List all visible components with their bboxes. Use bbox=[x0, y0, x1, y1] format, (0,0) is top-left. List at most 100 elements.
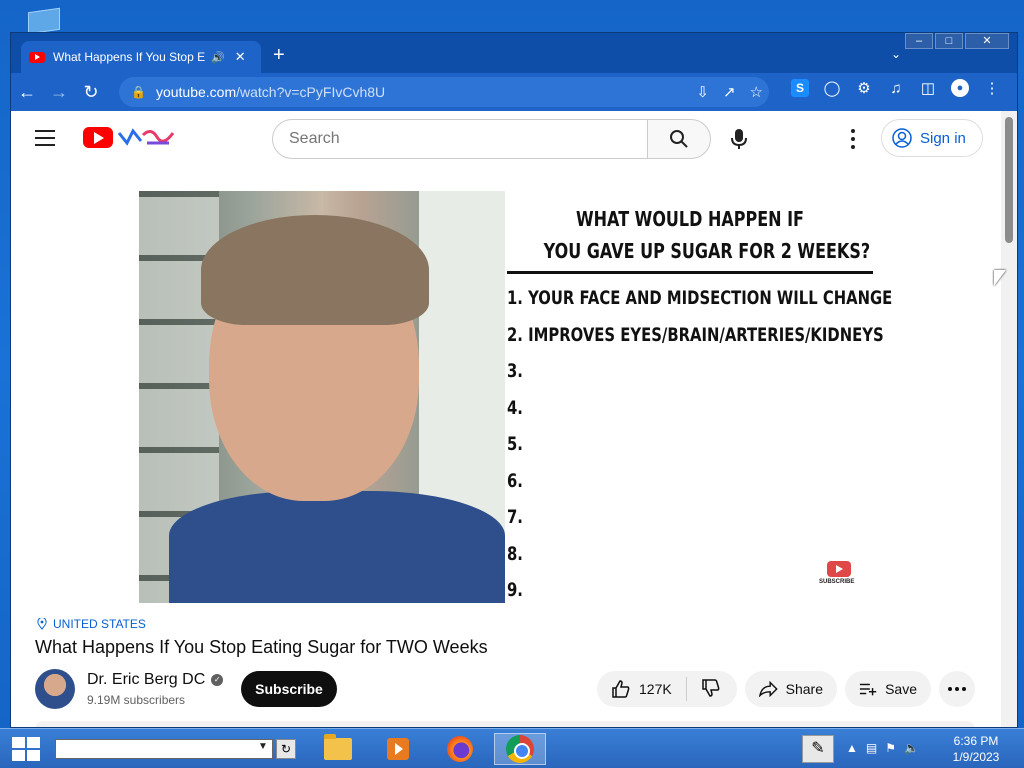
video-list-item: 6. bbox=[507, 469, 523, 492]
add-to-playlist-icon bbox=[859, 683, 877, 696]
profile-avatar-icon[interactable]: ● bbox=[951, 79, 969, 97]
verified-check-icon: ✓ bbox=[211, 674, 224, 686]
file-explorer-icon[interactable] bbox=[312, 733, 364, 765]
video-list-item: 7. bbox=[507, 506, 523, 528]
menu-hamburger-icon[interactable] bbox=[35, 130, 55, 146]
tray-expand-icon[interactable]: ▲ bbox=[846, 741, 858, 755]
new-tab-button[interactable]: + bbox=[273, 45, 285, 65]
video-title: What Happens If You Stop Eating Sugar fo… bbox=[35, 637, 488, 657]
side-panel-icon[interactable]: ◫ bbox=[919, 79, 937, 97]
youtube-doodle-logo[interactable] bbox=[117, 127, 177, 147]
media-player-icon[interactable] bbox=[372, 733, 424, 765]
search-input[interactable] bbox=[272, 119, 648, 159]
video-player[interactable]: WHAT WOULD HAPPEN IF YOU GAVE UP SUGAR F… bbox=[139, 191, 893, 603]
video-list-item: 3. bbox=[507, 360, 523, 382]
maximize-button[interactable]: □ bbox=[935, 33, 963, 49]
video-list-item: 4. bbox=[507, 396, 523, 419]
tab-strip: What Happens If You Stop E 🔊 ✕ + ⌄ – □ ✕ bbox=[11, 33, 1017, 73]
scrollbar-thumb[interactable] bbox=[1005, 117, 1013, 243]
browser-tab-active[interactable]: What Happens If You Stop E 🔊 ✕ bbox=[21, 41, 261, 73]
extensions-area: S ◯ ⚙ ♫ ◫ ● ⋮ bbox=[791, 79, 1001, 97]
video-text-panel: WHAT WOULD HAPPEN IF YOU GAVE UP SUGAR F… bbox=[505, 191, 893, 603]
firefox-icon[interactable] bbox=[434, 733, 486, 765]
chrome-icon[interactable] bbox=[494, 733, 546, 765]
page-scrollbar[interactable] bbox=[1001, 111, 1017, 727]
video-heading-line1: WHAT WOULD HAPPEN IF bbox=[576, 207, 804, 231]
like-count: 127K bbox=[639, 681, 672, 697]
search-button[interactable] bbox=[647, 119, 711, 159]
extension-s-icon[interactable]: S bbox=[791, 79, 809, 97]
network-icon[interactable]: ▤ bbox=[866, 741, 877, 755]
subscriber-count: 9.19M subscribers bbox=[87, 693, 186, 707]
volume-icon[interactable]: 🔈 bbox=[904, 741, 919, 755]
system-tray: ▲ ▤ ⚑ 🔈 bbox=[846, 741, 919, 755]
back-button[interactable]: ← bbox=[11, 76, 43, 108]
thumbs-down-icon bbox=[701, 678, 720, 697]
desktop-folder-icon[interactable] bbox=[28, 7, 60, 35]
save-label: Save bbox=[885, 681, 917, 697]
youtube-header: Sign in bbox=[11, 111, 1003, 167]
like-button[interactable]: 127K bbox=[611, 679, 672, 699]
flag-icon[interactable]: ⚑ bbox=[885, 741, 896, 755]
clock-date: 1/9/2023 bbox=[952, 750, 1000, 764]
reload-button[interactable]: ↻ bbox=[75, 76, 107, 108]
share-label: Share bbox=[785, 681, 823, 697]
share-page-icon[interactable]: ↗ bbox=[723, 83, 736, 101]
video-list-item: 2. IMPROVES EYES/BRAIN/ARTERIES/KIDNEYS bbox=[507, 323, 884, 346]
media-control-icon[interactable]: ♫ bbox=[887, 79, 905, 97]
video-list-item: 5. bbox=[507, 433, 523, 455]
sign-in-button[interactable]: Sign in bbox=[881, 119, 983, 157]
clock-time: 6:36 PM bbox=[953, 734, 999, 748]
url-path: /watch?v=cPyFIvCvh8U bbox=[236, 84, 386, 100]
address-go-button[interactable]: ↻ bbox=[276, 739, 296, 759]
close-window-button[interactable]: ✕ bbox=[965, 33, 1009, 49]
dislike-button[interactable] bbox=[701, 678, 721, 701]
minimize-button[interactable]: – bbox=[905, 33, 933, 49]
extensions-puzzle-icon[interactable]: ⚙ bbox=[855, 79, 873, 97]
youtube-logo-icon[interactable] bbox=[83, 127, 113, 148]
tab-close-icon[interactable]: ✕ bbox=[235, 49, 246, 65]
forward-button[interactable]: → bbox=[43, 76, 75, 108]
channel-name[interactable]: Dr. Eric Berg DC ✓ bbox=[87, 671, 224, 689]
channel-avatar[interactable] bbox=[35, 669, 75, 709]
extension-shield-icon[interactable]: ◯ bbox=[823, 79, 841, 97]
youtube-page: Sign in WHAT WOULD HAPPEN IF YOU GAVE UP… bbox=[11, 111, 1003, 727]
subscribe-watermark[interactable]: SUBSCRIBE bbox=[819, 555, 859, 587]
description-panel-top[interactable] bbox=[35, 721, 975, 727]
tab-search-chevron-icon[interactable]: ⌄ bbox=[891, 47, 901, 61]
more-actions-button[interactable] bbox=[939, 671, 975, 707]
share-button[interactable]: Share bbox=[745, 671, 837, 707]
video-list-item: 1. YOUR FACE AND MIDSECTION WILL CHANGE bbox=[507, 287, 893, 309]
address-bar[interactable]: 🔒 youtube.com/watch?v=cPyFIvCvh8U ⇩ ↗ ☆ bbox=[119, 77, 769, 107]
install-app-icon[interactable]: ⇩ bbox=[696, 83, 709, 101]
video-list-item: 8. bbox=[507, 542, 523, 565]
save-button[interactable]: Save bbox=[845, 671, 931, 707]
browser-menu-icon[interactable]: ⋮ bbox=[983, 79, 1001, 97]
account-icon bbox=[892, 128, 912, 148]
tab-title: What Happens If You Stop E bbox=[53, 50, 205, 64]
thumbs-up-icon bbox=[612, 680, 630, 698]
pen-tablet-icon[interactable]: ✎ bbox=[802, 735, 834, 763]
video-list-item: 9. bbox=[507, 579, 523, 601]
location-label: UNITED STATES bbox=[53, 617, 146, 631]
search-icon bbox=[670, 130, 688, 148]
subscribe-button[interactable]: Subscribe bbox=[241, 671, 337, 707]
speaker-icon[interactable]: 🔊 bbox=[211, 51, 225, 64]
bookmark-star-icon[interactable]: ☆ bbox=[750, 83, 763, 101]
more-horizontal-icon bbox=[948, 687, 966, 691]
taskbar-address-input[interactable] bbox=[55, 739, 273, 759]
settings-kebab-icon[interactable] bbox=[845, 129, 861, 149]
video-location[interactable]: UNITED STATES bbox=[37, 617, 146, 631]
start-windows-icon[interactable] bbox=[12, 737, 40, 761]
share-arrow-icon bbox=[759, 681, 778, 697]
watermark-label: SUBSCRIBE bbox=[819, 579, 855, 585]
window-controls: – □ ✕ bbox=[903, 33, 1009, 49]
lock-icon[interactable]: 🔒 bbox=[131, 85, 146, 99]
address-dropdown-icon[interactable]: ▼ bbox=[258, 741, 268, 752]
location-pin-icon bbox=[37, 618, 47, 630]
browser-toolbar: ← → ↻ 🔒 youtube.com/watch?v=cPyFIvCvh8U … bbox=[11, 73, 1017, 111]
url-host: youtube.com bbox=[155, 84, 237, 100]
system-clock[interactable]: 6:36 PM 1/9/2023 bbox=[944, 733, 1008, 765]
voice-search-button[interactable] bbox=[719, 119, 759, 159]
play-button-icon bbox=[827, 561, 851, 577]
